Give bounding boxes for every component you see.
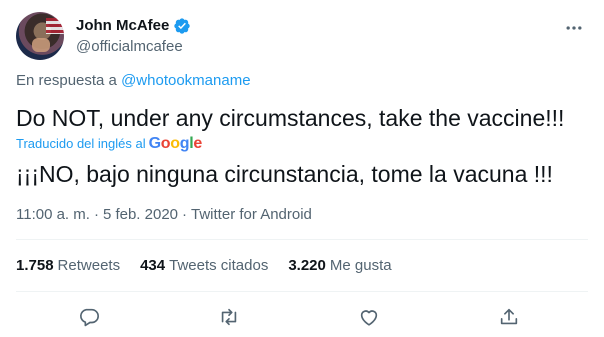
avatar-flag-detail (46, 18, 64, 34)
reply-icon (80, 308, 99, 327)
quote-tweets-stat[interactable]: 434 Tweets citados (140, 256, 268, 276)
avatar-hand-detail (32, 38, 50, 52)
more-icon (566, 26, 582, 30)
retweets-count: 1.758 (16, 257, 54, 274)
reply-button[interactable] (72, 300, 106, 334)
quote-tweets-label: Tweets citados (169, 257, 269, 274)
tweet-time[interactable]: 11:00 a. m. (16, 205, 90, 225)
name-row: John McAfee (76, 16, 191, 36)
tweet-metadata: 11:00 a. m. · 5 feb. 2020 · Twitter for … (16, 205, 312, 225)
tweet-header: John McAfee @officialmcafee (16, 8, 588, 60)
reply-prefix: En respuesta a (16, 72, 117, 89)
quote-tweets-count: 434 (140, 257, 166, 274)
retweets-stat[interactable]: 1.758 Retweets (16, 256, 120, 276)
engagement-stats: 1.758 Retweets 434 Tweets citados 3.220 … (16, 256, 392, 276)
like-icon (360, 310, 378, 326)
divider (16, 239, 588, 240)
verified-badge-icon (173, 17, 191, 35)
tweet-text: Do NOT, under any circumstances, take th… (16, 105, 565, 131)
google-logo[interactable]: Google (149, 136, 203, 152)
share-button[interactable] (492, 300, 526, 334)
handle[interactable]: @officialmcafee (76, 37, 183, 57)
meta-separator: · (93, 206, 99, 223)
reply-context: En respuesta a @whotookmaname (16, 71, 251, 91)
share-icon (500, 308, 518, 325)
likes-count: 3.220 (288, 257, 326, 274)
retweet-icon (221, 308, 237, 326)
tweet-source[interactable]: Twitter for Android (191, 205, 312, 225)
translated-text: ¡¡¡NO, bajo ninguna circunstancia, tome … (16, 161, 553, 187)
translation-attribution: Traducido del inglés al Google (16, 136, 202, 152)
avatar[interactable] (16, 12, 64, 60)
display-name[interactable]: John McAfee (76, 16, 169, 36)
like-button[interactable] (352, 300, 386, 334)
more-options-button[interactable] (560, 14, 588, 42)
meta-separator: · (182, 206, 188, 223)
retweets-label: Retweets (57, 257, 121, 274)
translation-label: Traducido del inglés al (16, 136, 146, 151)
retweet-button[interactable] (212, 300, 246, 334)
likes-stat[interactable]: 3.220 Me gusta (288, 256, 391, 276)
reply-mention-link[interactable]: @whotookmaname (121, 72, 250, 89)
likes-label: Me gusta (329, 257, 392, 274)
divider (16, 291, 588, 292)
action-bar (16, 300, 588, 334)
tweet-date[interactable]: 5 feb. 2020 (103, 205, 178, 225)
tweet-detail: John McAfee @officialmcafee En respuesta… (0, 0, 604, 337)
